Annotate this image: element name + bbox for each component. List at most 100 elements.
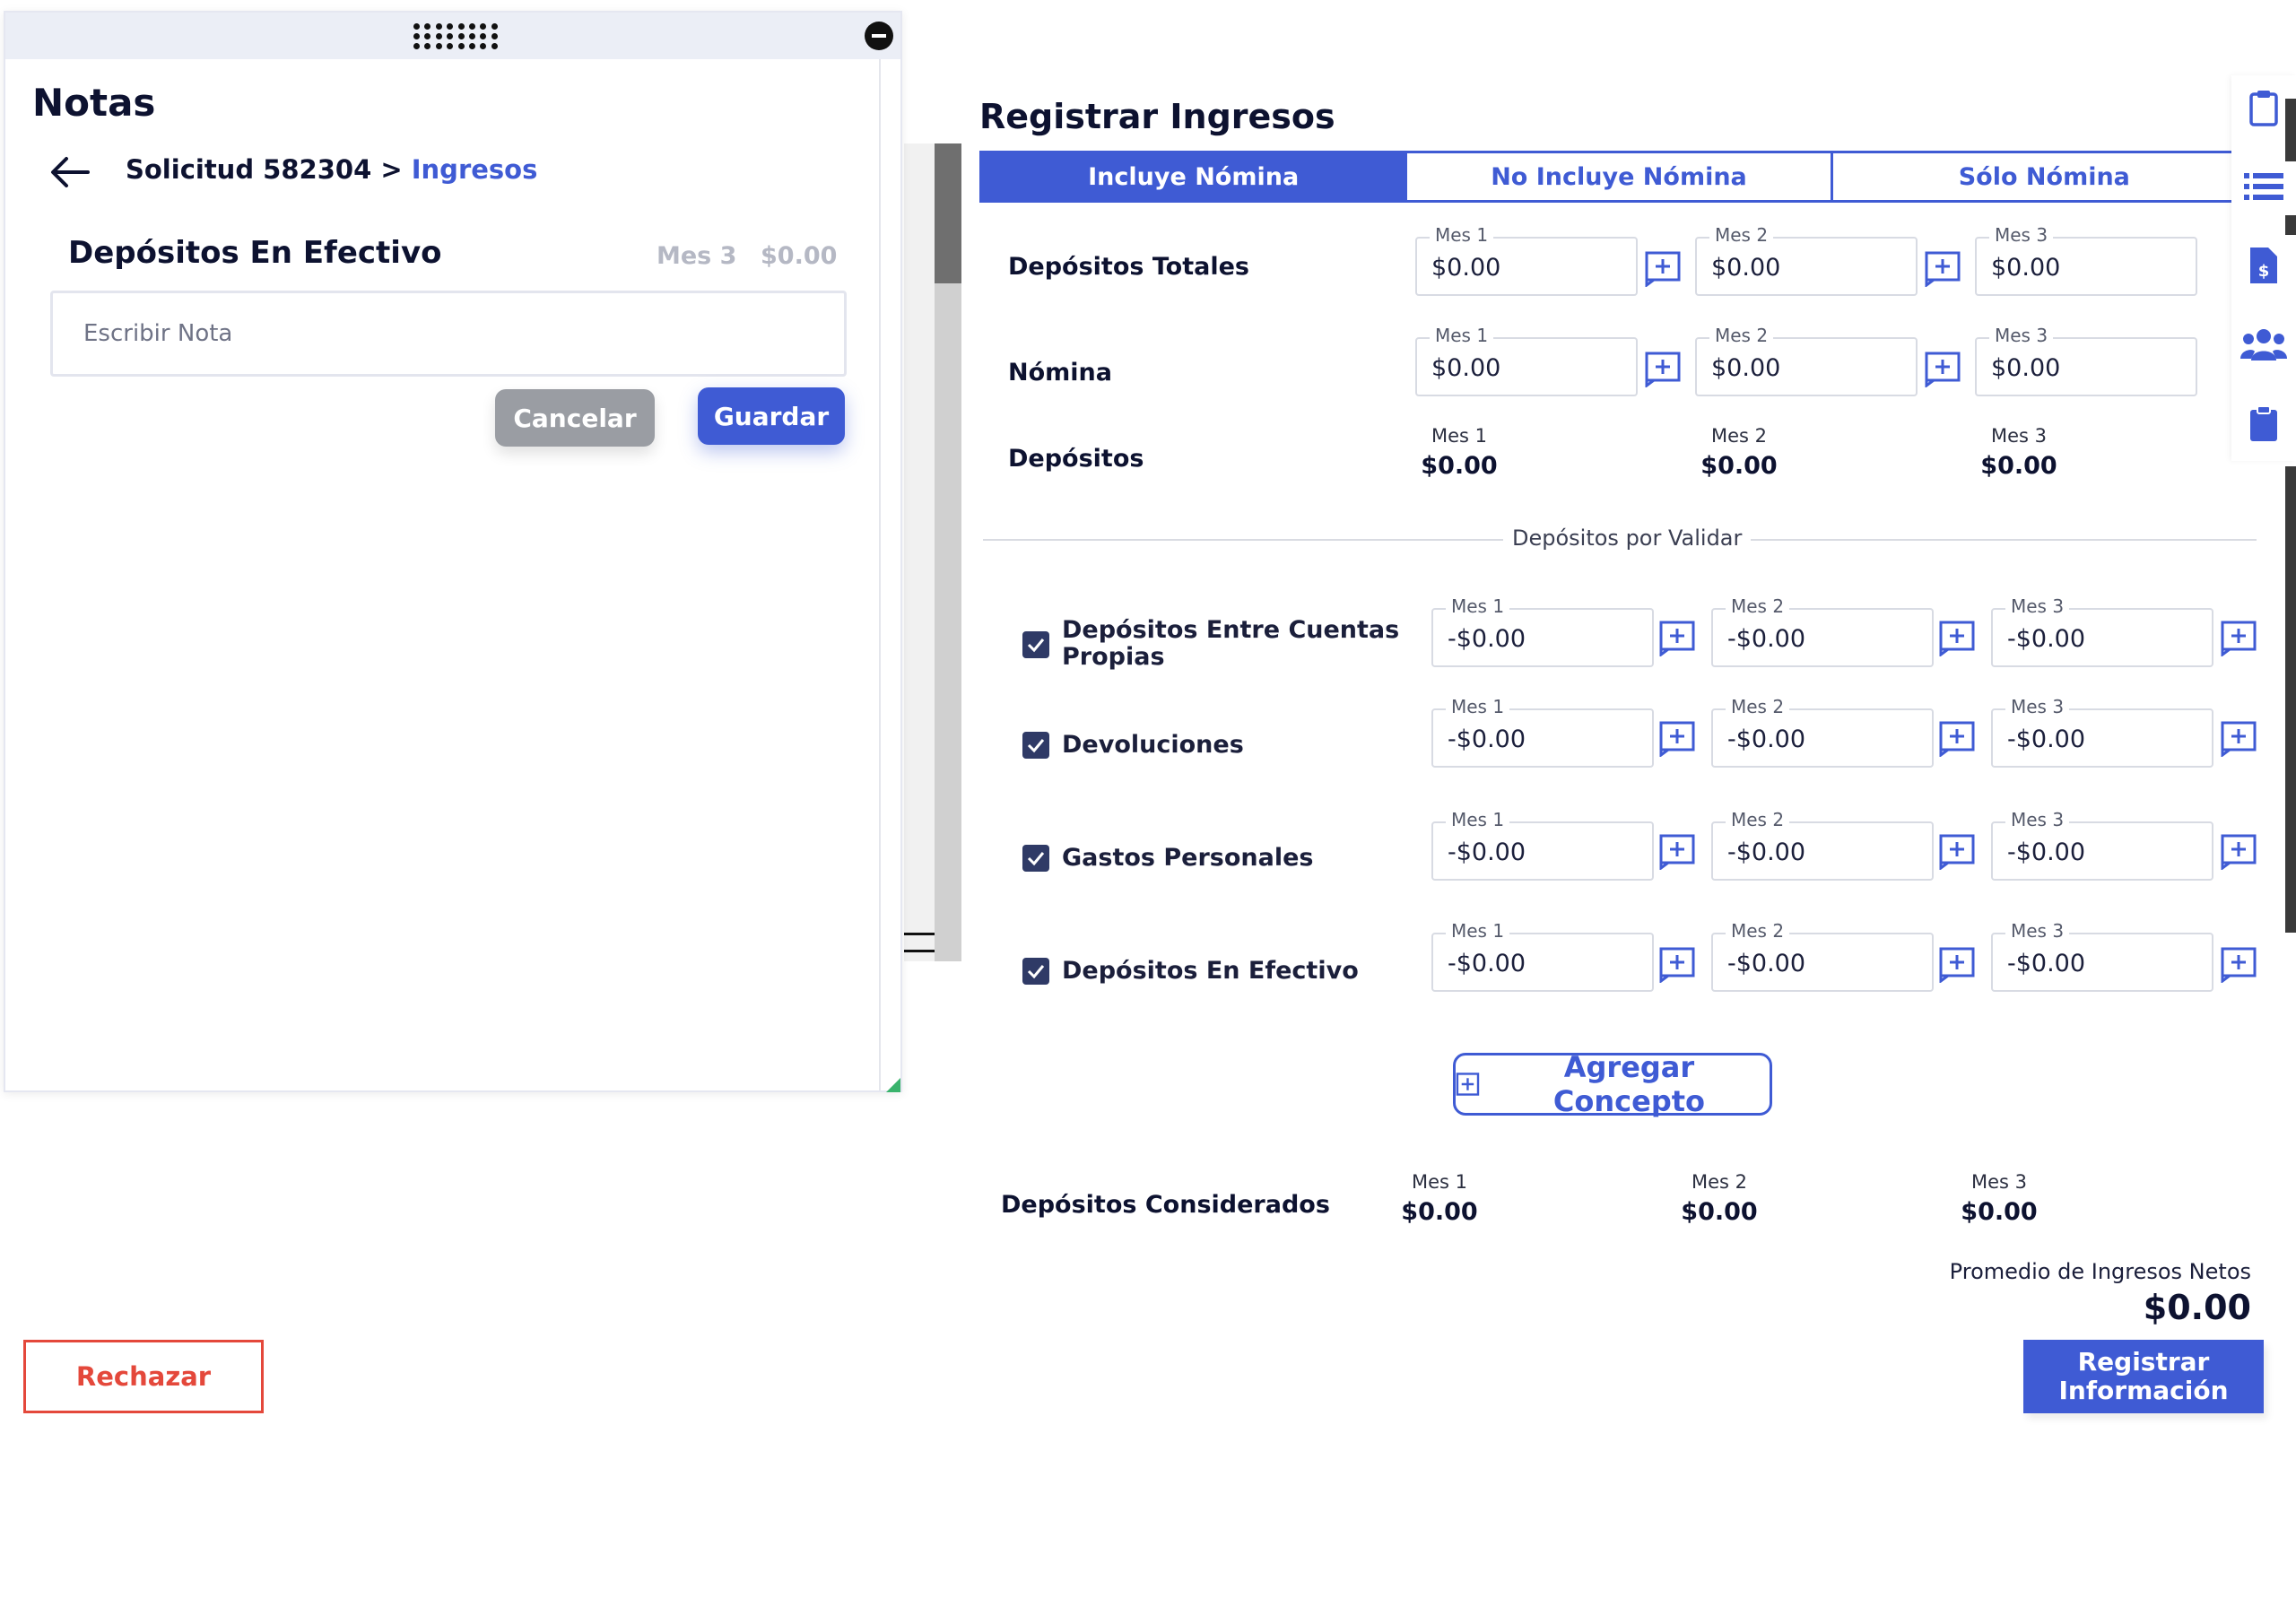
close-icon[interactable] — [865, 22, 893, 50]
considerados-mes2: Mes 2 $0.00 — [1661, 1171, 1778, 1226]
field-label: Mes 2 — [1726, 920, 1790, 942]
entre-cuentas-mes3-field[interactable]: Mes 3 -$0.00 — [1991, 595, 2213, 667]
reject-button[interactable]: Rechazar — [23, 1340, 264, 1413]
month-label: Mes 1 — [1411, 1171, 1467, 1193]
nomina-mes1-field[interactable]: Mes 1 $0.00 — [1415, 325, 1638, 396]
side-button-invoice[interactable]: $ — [2231, 233, 2296, 298]
add-comment-icon[interactable] — [2221, 834, 2257, 870]
entre-cuentas-mes2-field[interactable]: Mes 2 -$0.00 — [1711, 595, 1934, 667]
add-comment-icon[interactable] — [1939, 621, 1975, 656]
add-comment-icon[interactable] — [1939, 834, 1975, 870]
add-comment-icon[interactable] — [1645, 251, 1681, 287]
add-comment-icon[interactable] — [2221, 947, 2257, 983]
checkbox-checked-icon[interactable] — [1022, 845, 1049, 872]
field-value: -$0.00 — [2007, 838, 2086, 866]
depositos-totales-mes1-field[interactable]: Mes 1 $0.00 — [1415, 224, 1638, 296]
back-arrow-icon[interactable] — [48, 154, 91, 190]
depositos-totales-mes3-field[interactable]: Mes 3 $0.00 — [1975, 224, 2197, 296]
tab-solo-nomina[interactable]: Sólo Nómina — [1832, 153, 2256, 200]
validar-label-depositos-efectivo: Depósitos En Efectivo — [1062, 957, 1359, 985]
add-comment-icon[interactable] — [2221, 721, 2257, 757]
clipboard-icon — [2249, 91, 2278, 126]
nomina-mes2-field[interactable]: Mes 2 $0.00 — [1695, 325, 1918, 396]
document-scroll-thumb[interactable] — [935, 143, 961, 283]
breadcrumb-link-ingresos[interactable]: Ingresos — [412, 154, 538, 185]
cancel-button[interactable]: Cancelar — [495, 389, 655, 447]
depositos-totales-mes2-field[interactable]: Mes 2 $0.00 — [1695, 224, 1918, 296]
depositos-efectivo-mes2-field[interactable]: Mes 2 -$0.00 — [1711, 920, 1934, 992]
add-comment-icon[interactable] — [1925, 251, 1961, 287]
field-value: $0.00 — [1991, 354, 2061, 382]
side-button-list[interactable] — [2231, 154, 2296, 219]
hamburger-icon — [904, 933, 935, 952]
tab-no-incluye-nomina[interactable]: No Incluye Nómina — [1407, 153, 1833, 200]
considerados-mes1: Mes 1 $0.00 — [1381, 1171, 1498, 1226]
side-edge-marker — [2285, 99, 2296, 161]
devoluciones-mes1-field[interactable]: Mes 1 -$0.00 — [1431, 696, 1654, 768]
label-line1: Depósitos Entre Cuentas — [1062, 616, 1400, 644]
checkbox-checked-icon[interactable] — [1022, 958, 1049, 985]
add-comment-icon[interactable] — [1659, 721, 1695, 757]
register-label-line2: Información — [2058, 1376, 2229, 1405]
depositos-mes2: Mes 2 $0.00 — [1681, 425, 1797, 480]
field-label: Mes 1 — [1446, 920, 1510, 942]
note-input[interactable] — [50, 291, 847, 377]
add-comment-icon[interactable] — [1645, 352, 1681, 387]
month-value: $0.00 — [1421, 452, 1498, 480]
add-concept-button[interactable]: Agregar Concepto — [1453, 1050, 1772, 1118]
notes-panel: Notas Solicitud 582304 > Ingresos Depósi… — [4, 11, 902, 1092]
gastos-personales-mes3-field[interactable]: Mes 3 -$0.00 — [1991, 809, 2213, 881]
add-comment-icon[interactable] — [1659, 621, 1695, 656]
add-comment-icon[interactable] — [1925, 352, 1961, 387]
por-validar-title: Depósitos por Validar — [1503, 526, 1752, 551]
add-comment-icon[interactable] — [1659, 947, 1695, 983]
field-value: -$0.00 — [1727, 950, 1806, 977]
checkbox-checked-icon[interactable] — [1022, 732, 1049, 759]
field-label: Mes 3 — [2005, 920, 2070, 942]
field-label: Mes 3 — [2005, 696, 2070, 717]
resize-handle-icon[interactable] — [886, 1078, 900, 1092]
invoice-dollar-icon: $ — [2250, 248, 2277, 283]
field-value: -$0.00 — [2007, 950, 2086, 977]
side-button-users[interactable] — [2231, 312, 2296, 377]
devoluciones-mes3-field[interactable]: Mes 3 -$0.00 — [1991, 696, 2213, 768]
gastos-personales-mes1-field[interactable]: Mes 1 -$0.00 — [1431, 809, 1654, 881]
devoluciones-mes2-field[interactable]: Mes 2 -$0.00 — [1711, 696, 1934, 768]
list-icon — [2244, 173, 2283, 200]
notes-drag-bar[interactable] — [5, 13, 900, 59]
depositos-mes1: Mes 1 $0.00 — [1401, 425, 1518, 480]
save-button[interactable]: Guardar — [698, 387, 845, 445]
add-comment-icon[interactable] — [1659, 834, 1695, 870]
register-button[interactable]: Registrar Información — [2023, 1340, 2264, 1413]
gastos-personales-mes2-field[interactable]: Mes 2 -$0.00 — [1711, 809, 1934, 881]
field-value: -$0.00 — [1448, 725, 1526, 753]
depositos-efectivo-mes1-field[interactable]: Mes 1 -$0.00 — [1431, 920, 1654, 992]
side-button-clipboard-filled[interactable] — [2231, 391, 2296, 456]
notes-scrollbar[interactable] — [879, 59, 881, 1090]
month-value: $0.00 — [1980, 452, 2057, 480]
depositos-efectivo-mes3-field[interactable]: Mes 3 -$0.00 — [1991, 920, 2213, 992]
nomina-mes3-field[interactable]: Mes 3 $0.00 — [1975, 325, 2197, 396]
breadcrumb: Solicitud 582304 > Ingresos — [126, 154, 537, 185]
field-value: $0.00 — [1711, 254, 1781, 282]
field-value: -$0.00 — [1727, 838, 1806, 866]
entre-cuentas-mes1-field[interactable]: Mes 1 -$0.00 — [1431, 595, 1654, 667]
field-value: -$0.00 — [1448, 625, 1526, 653]
tab-incluye-nomina[interactable]: Incluye Nómina — [982, 153, 1408, 200]
drag-grip-icon[interactable] — [413, 23, 500, 50]
month-value: $0.00 — [1700, 452, 1778, 480]
field-label: Mes 2 — [1709, 325, 1774, 346]
add-comment-icon[interactable] — [1939, 947, 1975, 983]
depositos-mes3: Mes 3 $0.00 — [1961, 425, 2077, 480]
validar-label-devoluciones: Devoluciones — [1062, 731, 1244, 759]
add-comment-icon[interactable] — [1939, 721, 1975, 757]
checkbox-checked-icon[interactable] — [1022, 631, 1049, 658]
page-scrollbar[interactable] — [2285, 466, 2296, 933]
field-label: Mes 3 — [1989, 325, 2054, 346]
validar-label-entre-cuentas: Depósitos Entre Cuentas Propias — [1062, 617, 1399, 671]
notes-month: Mes 3 — [657, 242, 737, 270]
field-label: Mes 2 — [1726, 809, 1790, 830]
field-label: Mes 3 — [1989, 224, 2054, 246]
add-comment-icon[interactable] — [2221, 621, 2257, 656]
month-value: $0.00 — [1401, 1198, 1478, 1226]
